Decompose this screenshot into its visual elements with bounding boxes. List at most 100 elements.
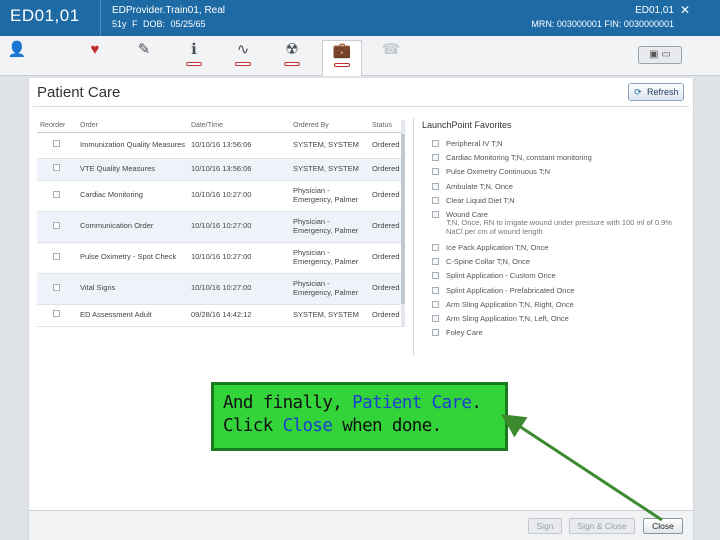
favorite-item[interactable]: Peripheral IV T;N: [432, 139, 682, 154]
favorite-item[interactable]: Pulse Oximetry Continuous T;N: [432, 168, 682, 182]
favorite-item[interactable]: Cardiac Monitoring T;N, constant monitor…: [432, 153, 682, 168]
favorite-detail: T;N, Once, RN to irrigate wound under pr…: [446, 218, 672, 236]
favorite-label: Foley Care: [446, 328, 483, 338]
table-row[interactable]: Cardiac Monitoring 10/10/16 10:27:00 Phy…: [37, 180, 405, 212]
table-row[interactable]: Pulse Oximetry - Spot Check 10/10/16 10:…: [37, 242, 405, 274]
toolbar-radiology[interactable]: ☢: [277, 40, 307, 70]
phone-icon: ☎: [381, 41, 401, 58]
orders-scrollbar[interactable]: [401, 120, 405, 326]
orders-header-row: Reorder Order Date/Time Ordered By Statu…: [37, 120, 405, 133]
favorite-item[interactable]: Foley Care: [432, 328, 682, 343]
toolbar-patient-care[interactable]: 💼: [322, 40, 362, 76]
favorite-item[interactable]: Ambulate T;N, Once: [432, 182, 682, 197]
ordered-by: SYSTEM, SYSTEM: [290, 304, 369, 327]
close-window-icon[interactable]: ✕: [680, 3, 690, 17]
toolbar-phone[interactable]: ☎: [376, 40, 406, 70]
favorite-checkbox[interactable]: [432, 314, 439, 322]
callout-line-1: And finally, Patient Care.: [223, 392, 505, 415]
order-name: ED Assessment Adult: [77, 304, 188, 327]
order-status: Ordered: [369, 304, 405, 327]
close-button[interactable]: Close: [643, 518, 683, 534]
medication-icon: ✎: [137, 41, 151, 58]
order-datetime: 10/10/16 10:27:00: [188, 242, 290, 274]
reorder-checkbox[interactable]: [53, 283, 60, 291]
mrn-fin: MRN: 003000001 FIN: 0030000001: [531, 19, 674, 29]
favorite-item[interactable]: Ice Pack Application T;N, Once: [432, 242, 682, 258]
favorite-checkbox[interactable]: [432, 272, 439, 280]
toolbar-iv-line[interactable]: ℹ: [179, 40, 209, 70]
favorite-checkbox[interactable]: [432, 140, 439, 147]
heart-icon: ♥: [90, 41, 100, 58]
favorite-label: Peripheral IV T;N: [446, 139, 503, 148]
favorite-item[interactable]: Arm Sling Application T;N, Left, Once: [432, 314, 682, 329]
encounter-id-right: ED01,01: [635, 5, 674, 16]
callout-line-2: Click Close when done.: [223, 415, 505, 438]
layout-toggle-button[interactable]: ▣ ▭: [638, 46, 682, 64]
refresh-icon: ⟳: [634, 87, 642, 97]
favorite-item[interactable]: C-Spine Collar T;N, Once: [432, 257, 682, 272]
order-datetime: 10/10/16 13:56:06: [188, 132, 290, 159]
favorite-item[interactable]: Splint Application - Prefabricated Once: [432, 285, 682, 301]
alert-bar: [235, 62, 251, 66]
toolbar-patient-profile[interactable]: 👤: [2, 40, 32, 70]
favorite-label: Splint Application - Custom Once: [446, 271, 556, 281]
callout-text: And finally,: [223, 393, 353, 413]
reorder-checkbox[interactable]: [53, 310, 60, 318]
order-status: Ordered: [369, 158, 405, 181]
favorite-checkbox[interactable]: [432, 182, 439, 190]
column-header: Status: [369, 120, 405, 133]
refresh-button[interactable]: ⟳ Refresh: [628, 83, 684, 101]
radiology-icon: ☢: [285, 41, 299, 58]
favorite-item[interactable]: Splint Application - Custom Once: [432, 272, 682, 286]
favorite-checkbox[interactable]: [432, 329, 439, 337]
toolbar-vitals[interactable]: ∿: [228, 40, 258, 70]
reorder-checkbox[interactable]: [53, 140, 60, 148]
table-row[interactable]: Communication Order 10/10/16 10:27:00 Ph…: [37, 211, 405, 243]
patient-name: EDProvider.Train01, Real: [112, 5, 226, 16]
favorite-checkbox[interactable]: [432, 286, 439, 294]
sign-button[interactable]: Sign: [528, 518, 562, 534]
reorder-checkbox[interactable]: [53, 190, 60, 198]
favorite-item[interactable]: Clear Liquid Diet T;N: [432, 196, 682, 211]
favorite-label: Ice Pack Application T;N, Once: [446, 242, 549, 252]
favorite-label: C-Spine Collar T;N, Once: [446, 257, 531, 267]
column-header: Date/Time: [188, 120, 290, 133]
order-datetime: 10/10/16 10:27:00: [188, 211, 290, 243]
favorite-checkbox[interactable]: [432, 300, 439, 308]
toolbar-heart[interactable]: ♥: [80, 40, 110, 70]
patient-demographics: 51y F DOB: 05/25/65: [112, 19, 206, 29]
reorder-checkbox[interactable]: [53, 252, 60, 260]
order-name: Communication Order: [77, 211, 188, 243]
patient-banner: ED01,01 EDProvider.Train01, Real 51y F D…: [0, 0, 720, 36]
scrollbar-thumb[interactable]: [401, 134, 405, 304]
table-row[interactable]: VTE Quality Measures 10/10/16 13:56:06 S…: [37, 158, 405, 181]
column-header: Ordered By: [290, 120, 369, 133]
order-status: Ordered: [369, 211, 405, 243]
favorite-item[interactable]: Wound Care T;N, Once, RN to irrigate woun…: [432, 210, 682, 244]
orders-table: Reorder Order Date/Time Ordered By Statu…: [37, 120, 405, 327]
favorite-checkbox[interactable]: [432, 168, 439, 176]
favorite-checkbox[interactable]: [432, 210, 439, 218]
table-row[interactable]: Immunization Quality Measures 10/10/16 1…: [37, 132, 405, 159]
alert-bar: [334, 63, 350, 67]
favorite-checkbox[interactable]: [432, 258, 439, 266]
reorder-checkbox[interactable]: [53, 164, 60, 172]
order-status: Ordered: [369, 273, 405, 305]
table-row[interactable]: Vital Signs 10/10/16 10:27:00 Physician …: [37, 273, 405, 305]
favorite-label: Arm Sling Application T;N, Right, Once: [446, 299, 574, 309]
favorite-checkbox[interactable]: [432, 243, 439, 251]
favorite-checkbox[interactable]: [432, 154, 439, 162]
sign-and-close-button[interactable]: Sign & Close: [569, 518, 635, 534]
callout-highlight-close: Close: [282, 416, 333, 436]
column-header: Reorder: [37, 120, 77, 133]
reorder-checkbox[interactable]: [53, 221, 60, 229]
favorite-item[interactable]: Arm Sling Application T;N, Right, Once: [432, 299, 682, 315]
order-name: Immunization Quality Measures: [77, 132, 188, 159]
table-row[interactable]: ED Assessment Adult 09/28/16 14:42:12 SY…: [37, 304, 405, 327]
order-datetime: 09/28/16 14:42:12: [188, 304, 290, 327]
alert-bar: [284, 62, 300, 66]
favorite-checkbox[interactable]: [432, 196, 439, 204]
order-name: Pulse Oximetry - Spot Check: [77, 242, 188, 274]
favorite-label: Splint Application - Prefabricated Once: [446, 285, 575, 295]
toolbar-medication[interactable]: ✎: [129, 40, 159, 70]
